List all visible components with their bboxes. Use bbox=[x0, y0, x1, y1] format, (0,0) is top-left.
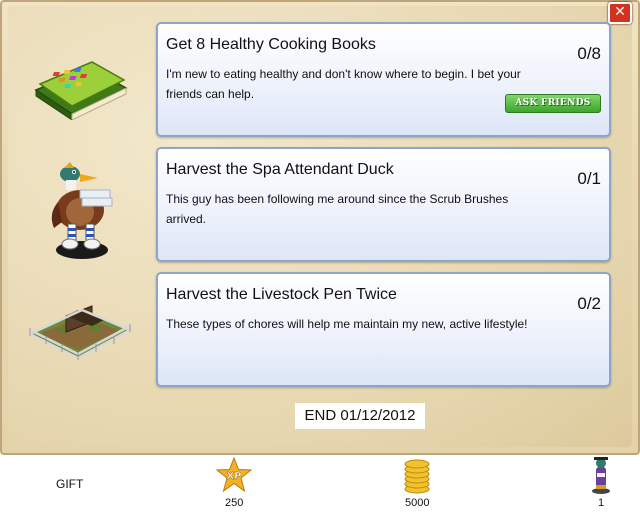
xp-star-icon: XP bbox=[216, 457, 252, 493]
quest-title: Harvest the Spa Attendant Duck bbox=[166, 161, 394, 178]
quest-progress: 0/1 bbox=[577, 169, 601, 188]
ask-friends-button[interactable]: ASK FRIENDS bbox=[505, 94, 601, 113]
spa-duck-icon bbox=[51, 162, 113, 259]
livestock-pen-icon bbox=[29, 305, 131, 360]
quest-card: Get 8 Healthy Cooking Books I'm new to e… bbox=[156, 22, 611, 137]
quest-card: Harvest the Spa Attendant Duck This guy … bbox=[156, 147, 611, 262]
quest-description: I'm new to eating healthy and don't know… bbox=[166, 67, 521, 101]
cooking-book-icon bbox=[34, 61, 128, 120]
quest-progress: 0/8 bbox=[577, 44, 601, 63]
quest-title: Harvest the Livestock Pen Twice bbox=[166, 286, 397, 303]
gift-label: GIFT bbox=[56, 477, 84, 491]
quest-panel: ✕ Get 8 Healthy Cooking Books I'm new to… bbox=[0, 0, 640, 455]
item-count: 1 bbox=[598, 497, 605, 509]
quest-description: These types of chores will help me maint… bbox=[166, 317, 528, 331]
end-date: END 01/12/2012 bbox=[295, 403, 425, 429]
decoration-item-icon bbox=[592, 457, 610, 494]
coins-amount: 5000 bbox=[405, 497, 430, 509]
xp-amount: 250 bbox=[225, 497, 244, 509]
quest-progress: 0/2 bbox=[577, 294, 601, 313]
quest-card: Harvest the Livestock Pen Twice These ty… bbox=[156, 272, 611, 387]
quest-description: This guy has been following me around si… bbox=[166, 192, 509, 226]
quest-title: Get 8 Healthy Cooking Books bbox=[166, 36, 376, 53]
rewards-bar: GIFT XP 250 5000 1 bbox=[0, 455, 640, 513]
close-button[interactable]: ✕ bbox=[608, 2, 632, 24]
coins-icon bbox=[404, 459, 430, 494]
xp-icon-text: XP bbox=[226, 471, 241, 482]
